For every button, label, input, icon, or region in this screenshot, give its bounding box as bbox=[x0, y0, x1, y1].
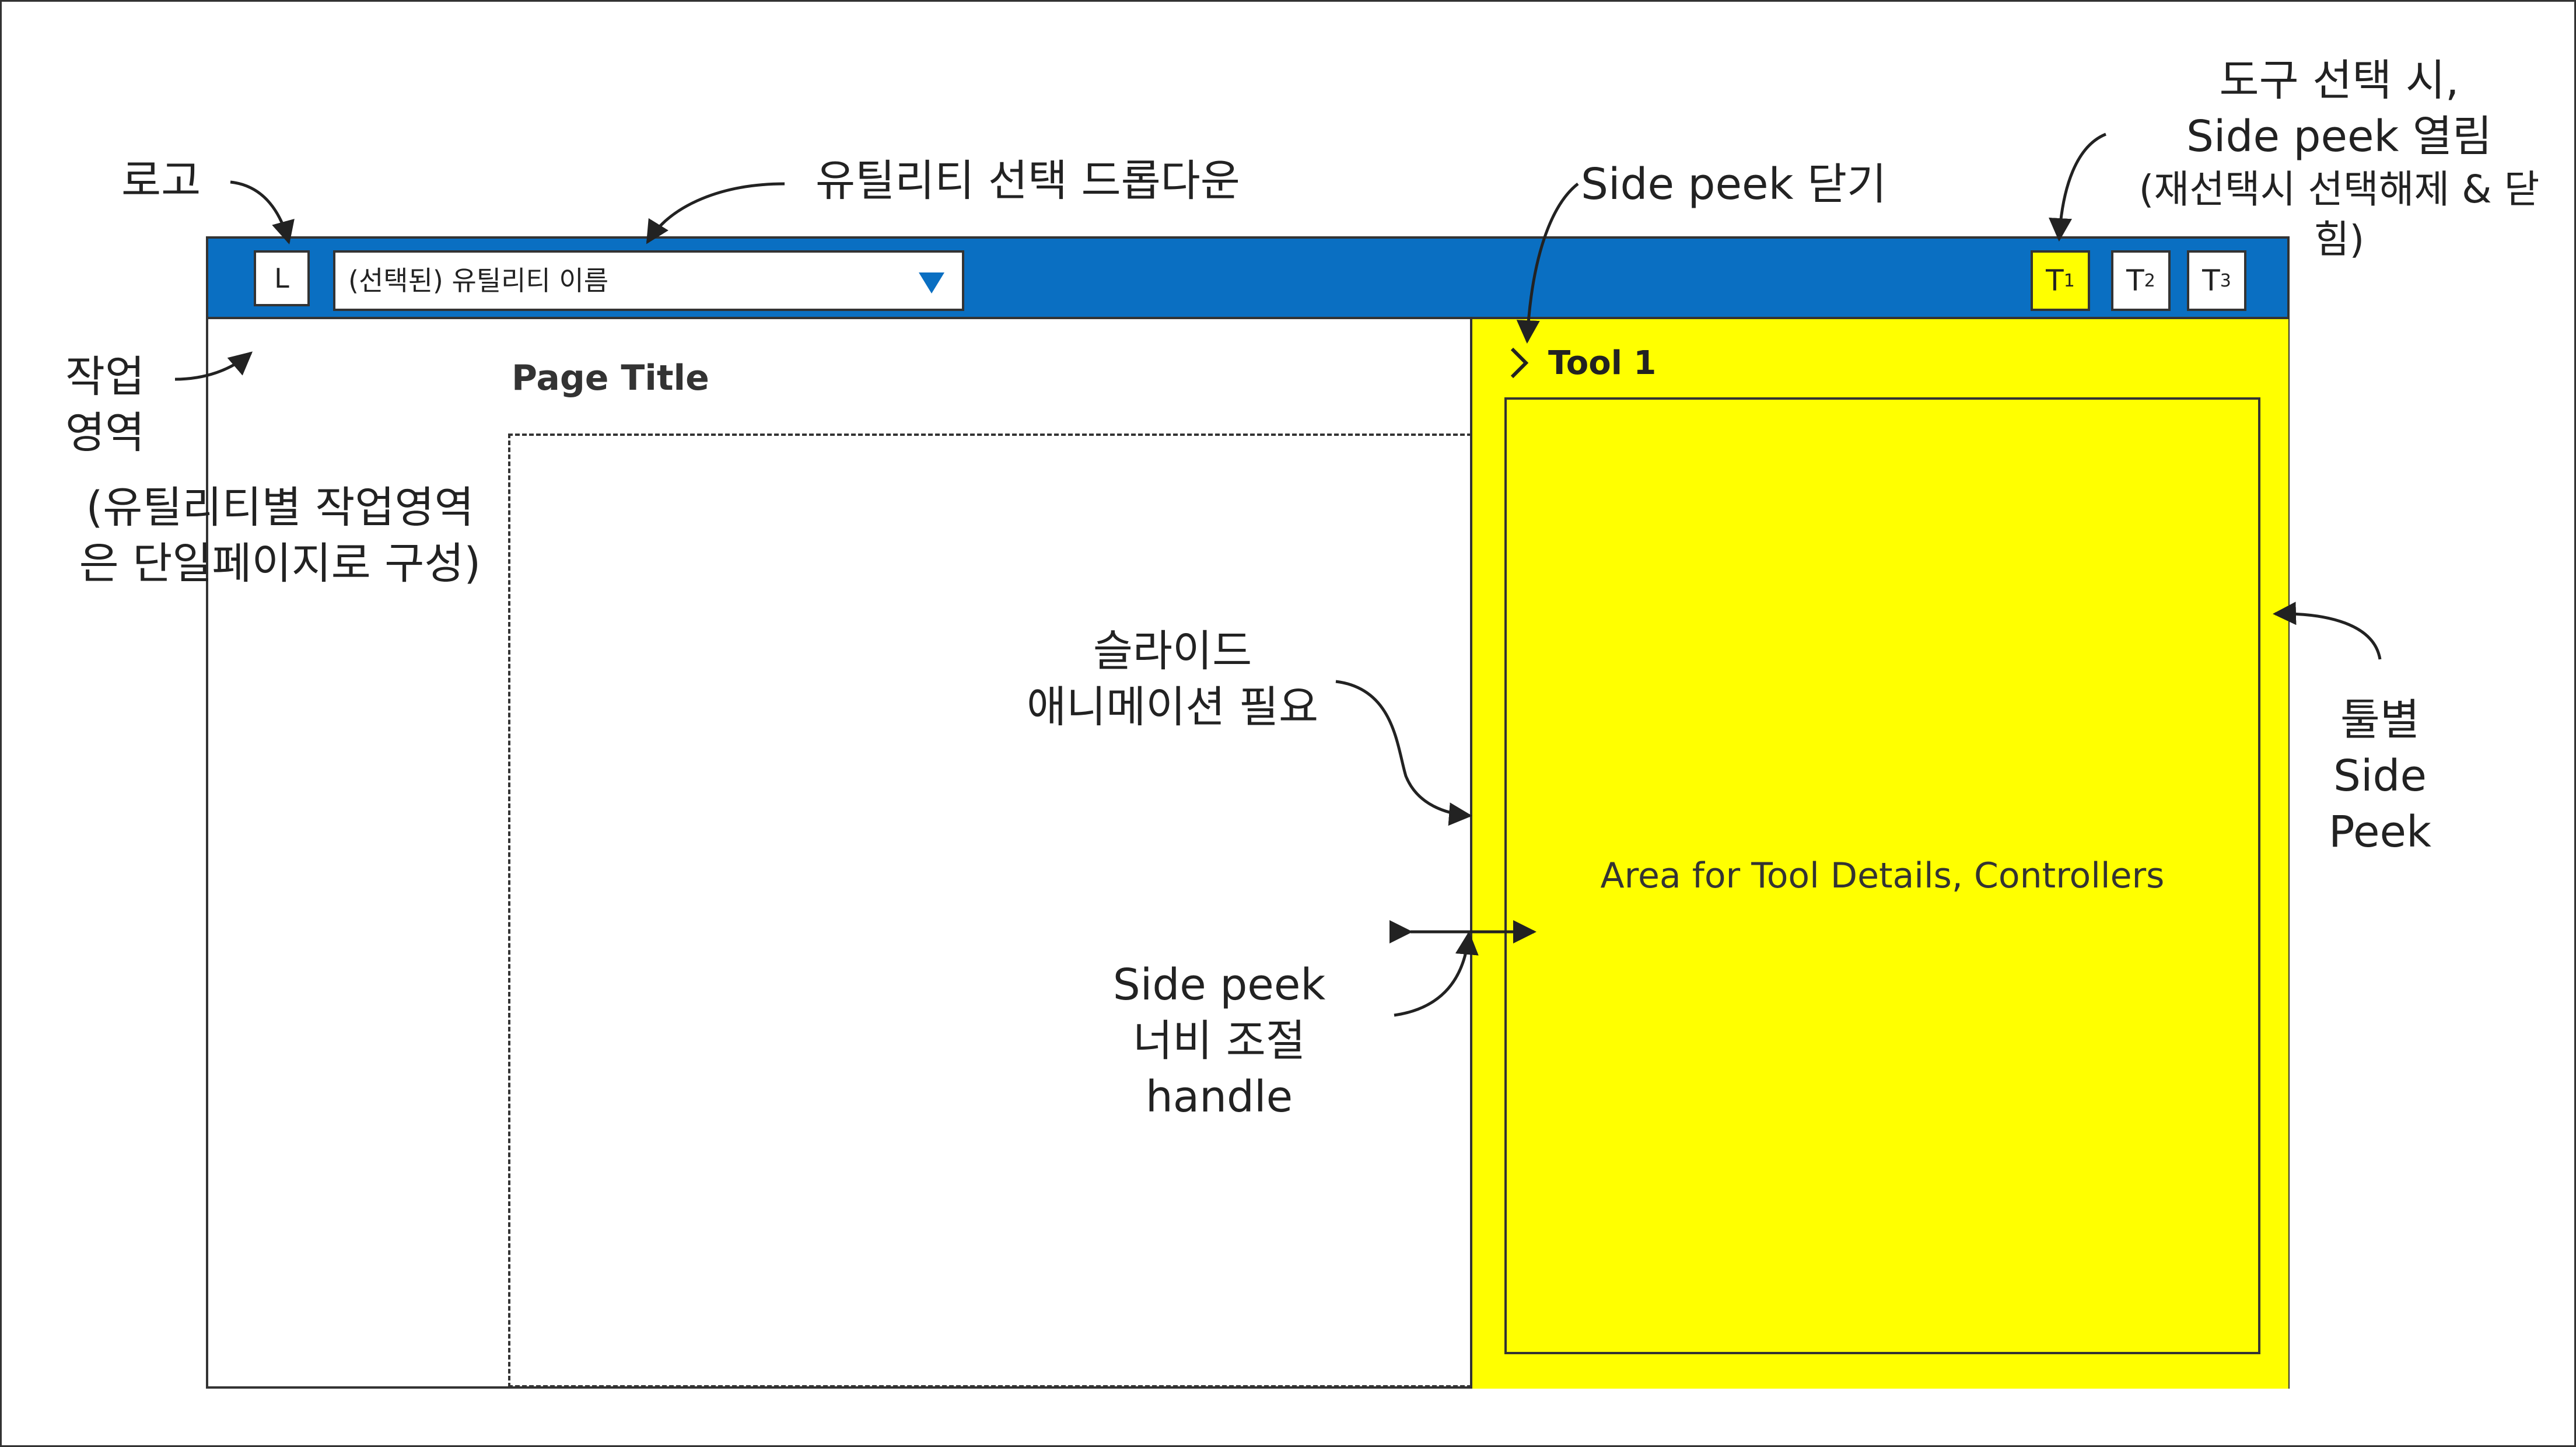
side-peek-panel: Tool 1 Area for Tool Details, Controller… bbox=[1470, 319, 2288, 1389]
annotation-work-area-detail: (유틸리티별 작업영역 은 단일페이지로 구성) bbox=[79, 483, 481, 589]
page-title: Page Title bbox=[512, 358, 709, 399]
top-bar: L (선택된) 유틸리티 이름 T1 T2 T3 bbox=[208, 239, 2287, 319]
side-peek-header: Tool 1 bbox=[1507, 342, 1656, 383]
annotation-width-handle: Side peek 너비 조절 handle bbox=[1112, 960, 1326, 1123]
dropdown-selected-value: (선택된) 유틸리티 이름 bbox=[348, 265, 609, 296]
annotation-close: Side peek 닫기 bbox=[1581, 159, 1887, 209]
tool-button-1[interactable]: T1 bbox=[2031, 250, 2090, 311]
work-area[interactable] bbox=[508, 434, 1500, 1387]
tool-details-placeholder: Area for Tool Details, Controllers bbox=[1600, 855, 2165, 896]
caret-down-icon bbox=[919, 272, 944, 293]
side-peek-resize-handle[interactable] bbox=[1470, 1053, 1610, 1099]
annotation-dropdown: 유틸리티 선택 드롭다운 bbox=[816, 156, 1240, 206]
tool-details-area: Area for Tool Details, Controllers bbox=[1504, 397, 2260, 1354]
annotation-work-area: 작업 영역 bbox=[65, 352, 145, 459]
annotation-logo: 로고 bbox=[121, 156, 201, 206]
utility-select-dropdown[interactable]: (선택된) 유틸리티 이름 bbox=[333, 250, 964, 311]
app-window: L (선택된) 유틸리티 이름 T1 T2 T3 Page Title Tool… bbox=[206, 236, 2290, 1389]
annotation-per-tool-peek: 툴별 Side Peek bbox=[2329, 695, 2431, 858]
logo[interactable]: L bbox=[254, 250, 310, 306]
side-peek-title: Tool 1 bbox=[1548, 344, 1657, 382]
annotation-tool-select: 도구 선택 시, Side peek 열림 (재선택시 선택해제 & 닫힘) bbox=[2138, 55, 2540, 263]
chevron-right-icon[interactable] bbox=[1507, 345, 1531, 380]
annotation-slide: 슬라이드 애니메이션 필요 bbox=[1026, 626, 1319, 733]
